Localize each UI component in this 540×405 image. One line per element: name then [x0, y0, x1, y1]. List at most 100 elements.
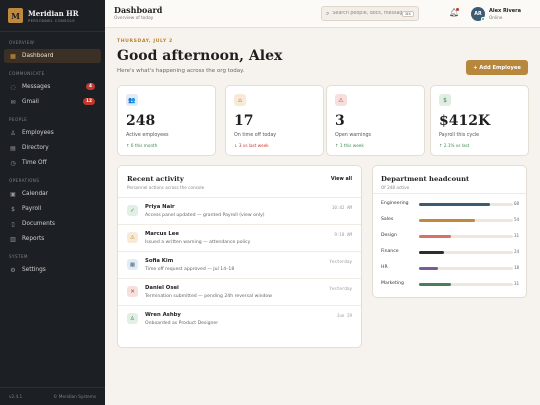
sidebar-item-label: Reports [22, 236, 45, 242]
stat-value: $412K [439, 113, 491, 129]
sidebar-item-employees[interactable]: ♙ Employees [4, 126, 101, 140]
stat-card: ⌂ 17 On time off today ↓ 3 vs last week [225, 85, 324, 156]
home-icon: ⌂ [234, 94, 246, 106]
activity-row[interactable]: ⚠ Marcus Lee Issued a written warning — at… [118, 225, 361, 252]
sidebar-item-label: Directory [22, 145, 49, 151]
stat-card: 👥 248 Active employees ↑ 6 this month [117, 85, 216, 156]
activity-name: Marcus Lee [145, 231, 179, 237]
count-badge: 4 [86, 83, 95, 90]
notification-dot [456, 8, 459, 11]
mail-icon: ✉ [10, 98, 16, 106]
date-label: THURSDAY, JULY 2 [117, 39, 173, 44]
search-icon: ⌕ [326, 9, 330, 17]
activity-row[interactable]: ✕ Daniel Osei Termination submitted — pend… [118, 279, 361, 306]
clock-icon: ◷ [10, 159, 16, 167]
view-all-button[interactable]: View all [331, 177, 352, 182]
headcount-bar [419, 203, 491, 206]
sidebar-item-label: Messages [22, 84, 51, 90]
headcount-row: Finance 24 [373, 245, 526, 261]
activity-time: 10:42 AM [331, 205, 352, 210]
nav-section-title: PEOPLE [9, 117, 28, 122]
sidebar-item-label: Calendar [22, 191, 49, 197]
stat-label: Open warnings [335, 133, 372, 138]
activity-row[interactable]: ✓ Priya Nair Access panel updated — grante… [118, 198, 361, 225]
activity-row[interactable]: ▦ Sofia Kim Time off request approved — Ju… [118, 252, 361, 279]
user-status: Online [489, 15, 503, 20]
headcount-bar-track [419, 235, 513, 238]
department-label: Sales [381, 217, 394, 222]
sidebar-item-settings[interactable]: ⚙ Settings [4, 263, 101, 277]
headcount-value: 31 [513, 281, 519, 286]
gear-icon: ⚙ [10, 266, 16, 274]
headcount-row: Marketing 31 [373, 277, 526, 293]
department-headcount-panel: Department headcount Of 248 active Engin… [372, 165, 527, 298]
user-name[interactable]: Alex Rivera [489, 8, 521, 14]
sidebar-item-label: Gmail [22, 99, 39, 105]
count-badge: 12 [83, 98, 95, 105]
sidebar-item-messages[interactable]: ◌ Messages 4 [4, 80, 101, 94]
chat-icon: ◌ [10, 83, 16, 91]
sidebar-item-documents[interactable]: ▯ Documents [4, 217, 101, 231]
stat-delta: ↑ 6 this month [126, 143, 158, 148]
page-subtitle: Overview of today [114, 16, 154, 21]
headcount-bar [419, 267, 438, 270]
headcount-bar [419, 219, 476, 222]
calendar-icon: ▣ [10, 190, 16, 198]
sidebar-item-dashboard[interactable]: ▦ Dashboard [4, 49, 101, 63]
search-shortcut: ⌘K [402, 10, 414, 17]
search-placeholder: Search people, docs, messages [332, 11, 403, 16]
stat-label: On time off today [234, 133, 277, 138]
headcount-bar-track [419, 267, 513, 270]
activity-row[interactable]: ♙ Wren Ashby Onboarded as Product Designer… [118, 306, 361, 333]
version-label: v2.4.1 [9, 394, 23, 399]
headcount-bar-track [419, 283, 513, 286]
sidebar-item-directory[interactable]: ▤ Directory [4, 141, 101, 155]
department-label: Engineering [381, 201, 409, 206]
sidebar: M Meridian HR PERSONNEL CONSOLE OVERVIEW… [0, 0, 105, 405]
sidebar-footer: v2.4.1 © Meridian Systems [0, 387, 105, 405]
nav-section-title: SYSTEM [9, 254, 28, 259]
brand-name: Meridian HR [28, 8, 79, 18]
activity-name: Sofia Kim [145, 258, 174, 264]
activity-name: Priya Nair [145, 204, 175, 210]
stat-card: $ $412K Payroll this cycle ↑ 2.1% vs last [430, 85, 529, 156]
nav-section-title: OVERVIEW [9, 40, 35, 45]
department-label: HR [381, 265, 388, 270]
sidebar-item-label: Time Off [22, 160, 47, 166]
department-label: Marketing [381, 281, 404, 286]
person-icon: ♙ [127, 313, 138, 324]
sidebar-item-reports[interactable]: ▥ Reports [4, 232, 101, 246]
headcount-row: HR 18 [373, 261, 526, 277]
stat-value: 3 [335, 113, 345, 129]
activity-time: Yesterday [329, 259, 352, 264]
headcount-row: Engineering 68 [373, 197, 526, 213]
page-title: Dashboard [114, 5, 163, 15]
activity-time: 9:18 AM [334, 232, 352, 237]
users-icon: ♙ [10, 129, 16, 137]
search-input[interactable]: ⌕ Search people, docs, messages ⌘K [321, 6, 419, 21]
sidebar-item-label: Documents [22, 221, 56, 227]
sidebar-item-gmail[interactable]: ✉ Gmail 12 [4, 95, 101, 109]
sidebar-item-time-off[interactable]: ◷ Time Off [4, 156, 101, 170]
headcount-value: 18 [513, 265, 519, 270]
activity-subtitle: Personnel actions across the console [127, 185, 205, 190]
activity-title: Recent activity [127, 175, 184, 183]
copyright-label: © Meridian Systems [53, 394, 96, 399]
sidebar-item-payroll[interactable]: $ Payroll [4, 202, 101, 216]
sidebar-item-label: Payroll [22, 206, 42, 212]
users-icon: 👥 [126, 94, 138, 106]
dollar-icon: $ [11, 205, 15, 213]
headcount-value: 31 [513, 233, 519, 238]
warning-icon: ⚠ [127, 232, 138, 243]
headcount-row: Sales 54 [373, 213, 526, 229]
sidebar-item-label: Dashboard [22, 53, 54, 59]
document-icon: ▯ [11, 220, 15, 228]
add-employee-button[interactable]: + Add Employee [466, 60, 528, 75]
logo: M [8, 8, 23, 23]
activity-name: Wren Ashby [145, 312, 181, 318]
activity-description: Access panel updated — granted Payroll (… [145, 212, 265, 218]
sidebar-item-calendar[interactable]: ▣ Calendar [4, 187, 101, 201]
sidebar-nav: OVERVIEW ▦ Dashboard COMMUNICATE ◌ Messages 4 ✉… [0, 40, 105, 277]
sidebar-item-label: Settings [22, 267, 46, 273]
stat-delta: ↓ 3 vs last week [234, 143, 269, 148]
